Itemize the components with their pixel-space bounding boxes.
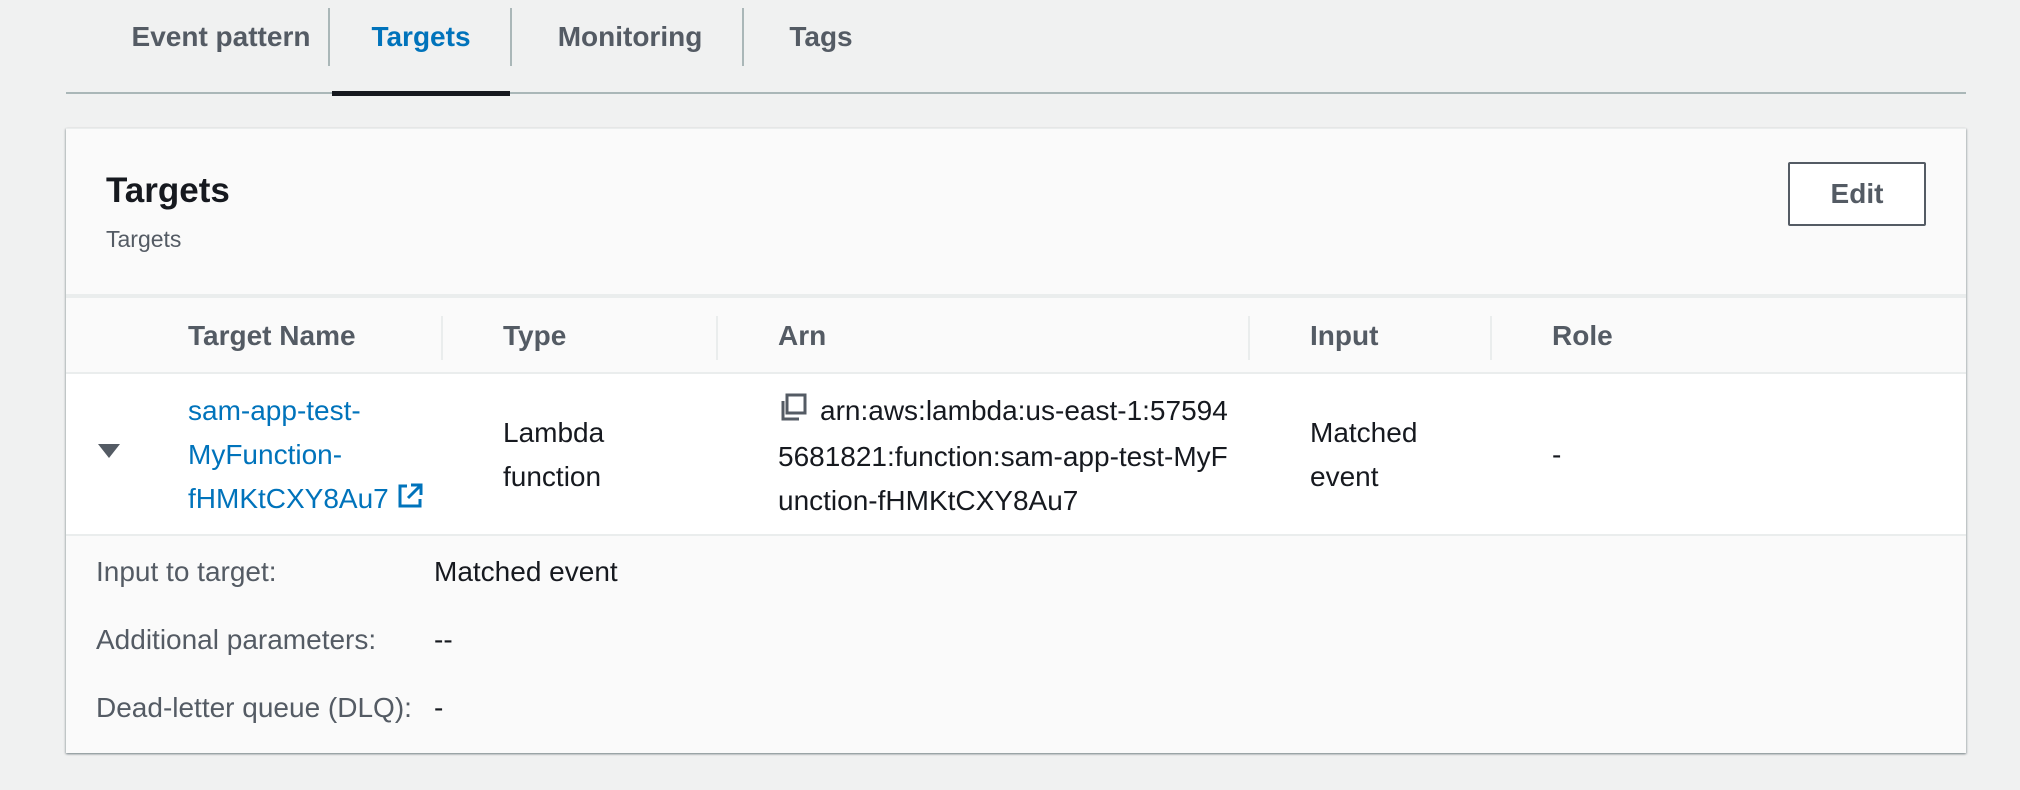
panel-description: Targets [106, 226, 182, 252]
column-divider[interactable] [716, 316, 718, 360]
tab-monitoring[interactable]: Monitoring [514, 0, 746, 94]
additional-parameters-label: Additional parameters: [96, 624, 377, 655]
tab-event-pattern[interactable]: Event pattern [86, 0, 356, 94]
external-link-icon [395, 480, 425, 524]
tab-divider [510, 8, 512, 66]
column-header-target-name: Target Name [188, 320, 356, 351]
target-name-link[interactable]: sam-app-test- MyFunction- fHMKtCXY8Au7 [188, 395, 425, 514]
tab-targets[interactable]: Targets [332, 0, 510, 96]
type-cell: Lambda function [503, 417, 605, 492]
input-cell: Matched event [1310, 417, 1418, 492]
table-row: sam-app-test- MyFunction- fHMKtCXY8Au7 L… [66, 374, 1966, 536]
column-header-role: Role [1552, 320, 1613, 351]
additional-parameters-value: -- [434, 624, 453, 655]
column-header-arn: Arn [778, 320, 827, 351]
table-header: Target Name Type Arn Input Role [66, 294, 1966, 374]
input-to-target-label: Input to target: [96, 556, 277, 587]
arn-cell: arn:aws:lambda:us-east-1:57594 5681821:f… [778, 389, 1228, 523]
target-name-cell: sam-app-test- MyFunction- fHMKtCXY8Au7 [188, 389, 425, 524]
column-divider[interactable] [441, 316, 443, 360]
column-divider[interactable] [1248, 316, 1250, 360]
column-divider[interactable] [1490, 316, 1492, 360]
target-details: Input to target: Matched event Additiona… [66, 536, 1966, 754]
panel-title: Targets [106, 171, 230, 210]
copy-icon[interactable] [778, 391, 808, 435]
tab-tags[interactable]: Tags [746, 0, 896, 94]
edit-button[interactable]: Edit [1788, 162, 1926, 226]
dlq-value: - [434, 692, 444, 723]
dlq-label: Dead-letter queue (DLQ): [96, 692, 412, 723]
column-header-type: Type [503, 320, 567, 351]
tab-bar: Event pattern Targets Monitoring Tags [66, 0, 1966, 96]
input-to-target-value: Matched event [434, 556, 618, 587]
expand-caret-icon[interactable] [98, 444, 120, 458]
tab-divider [742, 8, 744, 66]
role-cell: - [1552, 439, 1562, 470]
column-header-input: Input [1310, 320, 1379, 351]
tab-divider [328, 8, 330, 66]
targets-panel: Targets Targets Edit Target Name Type Ar… [66, 128, 1966, 753]
